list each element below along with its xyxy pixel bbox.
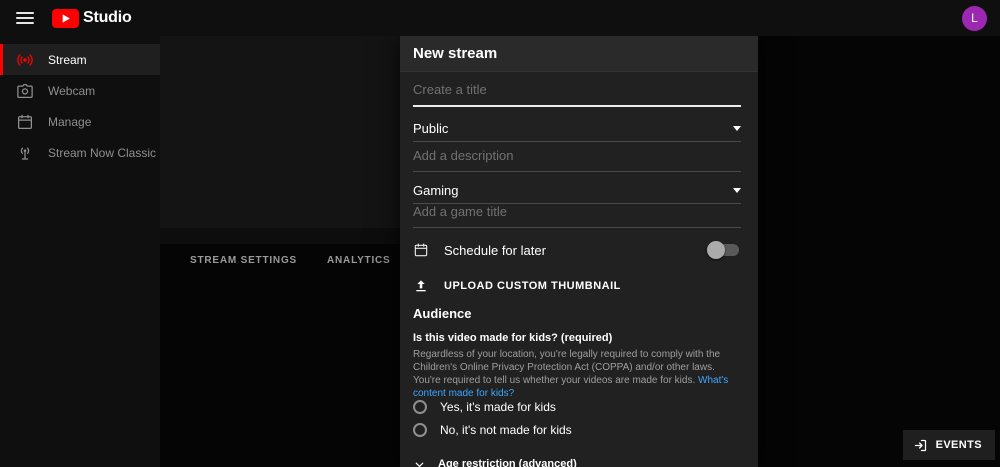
age-restriction-label: Age restriction (advanced) xyxy=(438,458,577,467)
upload-thumbnail-label: UPLOAD CUSTOM THUMBNAIL xyxy=(444,280,621,292)
radio-label: Yes, it's made for kids xyxy=(440,400,556,414)
tab-analytics[interactable]: ANALYTICS xyxy=(327,255,391,266)
top-bar: Studio L xyxy=(0,0,1000,36)
sidebar-item-stream[interactable]: Stream xyxy=(0,44,160,75)
youtube-studio-logo[interactable]: Studio xyxy=(52,9,132,28)
live-icon xyxy=(16,51,34,69)
chevron-down-icon xyxy=(733,188,741,193)
radio-icon xyxy=(413,423,427,437)
events-icon xyxy=(913,438,928,453)
description-input[interactable] xyxy=(413,148,741,172)
kids-description-text: Regardless of your location, you're lega… xyxy=(413,349,720,386)
category-value: Gaming xyxy=(413,183,459,198)
dialog-title: New stream xyxy=(413,45,497,62)
sidebar-item-webcam[interactable]: Webcam xyxy=(0,75,160,106)
category-select[interactable]: Gaming xyxy=(413,178,741,204)
game-title-input[interactable] xyxy=(413,204,741,228)
schedule-toggle[interactable] xyxy=(707,241,741,259)
sidebar-item-label: Manage xyxy=(48,115,91,129)
schedule-label: Schedule for later xyxy=(444,243,546,258)
broadcast-icon xyxy=(16,144,34,162)
privacy-value: Public xyxy=(413,121,448,136)
sidebar: Stream Webcam Manage Stream Now Classic xyxy=(0,36,160,467)
sidebar-item-label: Webcam xyxy=(48,84,95,98)
schedule-row: Schedule for later xyxy=(413,238,741,262)
events-button[interactable]: EVENTS xyxy=(903,430,995,460)
upload-thumbnail-button[interactable]: UPLOAD CUSTOM THUMBNAIL xyxy=(413,276,741,296)
sidebar-item-label: Stream Now Classic xyxy=(48,146,156,160)
tab-bar: STREAM SETTINGS ANALYTICS xyxy=(190,255,391,266)
stream-title-input[interactable] xyxy=(413,82,741,107)
radio-made-for-kids[interactable]: Yes, it's made for kids xyxy=(413,398,741,416)
avatar[interactable]: L xyxy=(962,6,987,31)
radio-icon xyxy=(413,400,427,414)
radio-not-made-for-kids[interactable]: No, it's not made for kids xyxy=(413,421,741,439)
privacy-select[interactable]: Public xyxy=(413,116,741,142)
sidebar-item-stream-now-classic[interactable]: Stream Now Classic xyxy=(0,137,160,168)
age-restriction-toggle[interactable]: Age restriction (advanced) xyxy=(413,454,741,467)
dialog-header: New stream xyxy=(400,36,758,72)
kids-description: Regardless of your location, you're lega… xyxy=(413,348,741,400)
upload-icon xyxy=(413,278,429,294)
kids-question: Is this video made for kids? (required) xyxy=(413,332,741,344)
sidebar-item-manage[interactable]: Manage xyxy=(0,106,160,137)
toggle-knob xyxy=(707,241,725,259)
sidebar-item-label: Stream xyxy=(48,53,87,67)
youtube-play-icon xyxy=(52,9,79,28)
camera-icon xyxy=(16,82,34,100)
tab-stream-settings[interactable]: STREAM SETTINGS xyxy=(190,255,297,266)
new-stream-dialog: New stream Public Gaming Schedule for la… xyxy=(400,36,758,467)
menu-icon[interactable] xyxy=(16,9,34,27)
chevron-down-icon xyxy=(413,458,426,467)
events-button-label: EVENTS xyxy=(936,439,982,451)
chevron-down-icon xyxy=(733,126,741,131)
calendar-icon xyxy=(16,113,34,131)
brand-name: Studio xyxy=(83,9,132,27)
radio-label: No, it's not made for kids xyxy=(440,423,572,437)
calendar-icon xyxy=(413,242,429,258)
audience-heading: Audience xyxy=(413,306,741,321)
